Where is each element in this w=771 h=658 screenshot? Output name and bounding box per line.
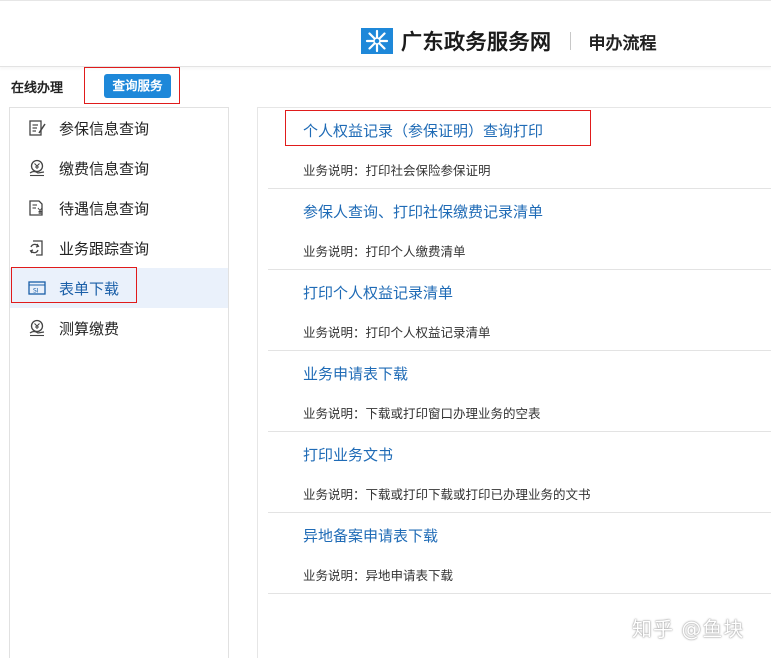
watermark: 知乎 @鱼块 (632, 617, 745, 641)
sidebar-active-highlight (11, 267, 137, 303)
sidebar-item-tracking[interactable]: 业务跟踪查询 (10, 228, 228, 268)
first-item-highlight (285, 110, 591, 146)
item-title-link[interactable]: 打印个人权益记录清单 (303, 282, 453, 303)
item-title-link[interactable]: 打印业务文书 (303, 444, 393, 465)
yuan-document-icon (29, 200, 43, 216)
item-description: 业务说明：下载或打印下载或打印已办理业务的文书 (303, 487, 591, 502)
sidebar-item-payment-info[interactable]: 缴费信息查询 (10, 148, 228, 188)
sidebar-item-calculate-payment[interactable]: 测算缴费 (10, 308, 228, 348)
gd-logo-icon (361, 28, 393, 54)
item-description: 业务说明：异地申请表下载 (303, 568, 454, 583)
site-header: 广东政务服务网 申办流程 (0, 0, 771, 67)
list-item: 参保人查询、打印社保缴费记录清单 业务说明：打印个人缴费清单 (268, 189, 771, 270)
tab-online-processing[interactable]: 在线办理 (11, 77, 63, 96)
list-item: 异地备案申请表下载 业务说明：异地申请表下载 (268, 513, 771, 594)
sidebar-item-label: 参保信息查询 (59, 120, 150, 138)
list-item: 业务申请表下载 业务说明：下载或打印窗口办理业务的空表 (268, 351, 771, 432)
payment-icon (29, 159, 45, 177)
sidebar-item-benefit-info[interactable]: 待遇信息查询 (10, 188, 228, 228)
sidebar-item-label: 测算缴费 (59, 320, 120, 338)
edit-document-icon (29, 120, 46, 136)
section-title: 申办流程 (588, 33, 657, 54)
brand[interactable]: 广东政务服务网 申办流程 (361, 25, 657, 57)
item-title-link[interactable]: 业务申请表下载 (303, 363, 408, 384)
item-description: 业务说明：打印个人缴费清单 (303, 244, 466, 259)
refresh-document-icon (29, 240, 43, 256)
sidebar-item-label: 待遇信息查询 (59, 200, 150, 218)
sidebar-item-insurance-info[interactable]: 参保信息查询 (10, 108, 228, 148)
sidebar: 参保信息查询 缴费信息查询 待遇信息查询 业务跟踪查询 SI 表单下载 测算缴费 (9, 107, 229, 658)
header-divider (569, 32, 571, 50)
item-description: 业务说明：打印社会保险参保证明 (303, 163, 491, 178)
item-title-link[interactable]: 参保人查询、打印社保缴费记录清单 (303, 201, 543, 222)
item-description: 业务说明：下载或打印窗口办理业务的空表 (303, 406, 541, 421)
calculate-icon (29, 319, 45, 337)
site-name: 广东政务服务网 (401, 30, 552, 54)
sidebar-item-label: 业务跟踪查询 (59, 240, 150, 258)
item-description: 业务说明：打印个人权益记录清单 (303, 325, 491, 340)
list-item: 打印业务文书 业务说明：下载或打印下载或打印已办理业务的文书 (268, 432, 771, 513)
item-title-link[interactable]: 异地备案申请表下载 (303, 525, 438, 546)
sidebar-item-label: 缴费信息查询 (59, 160, 150, 178)
list-item: 打印个人权益记录清单 业务说明：打印个人权益记录清单 (268, 270, 771, 351)
tab-query-service[interactable]: 查询服务 (104, 74, 171, 98)
